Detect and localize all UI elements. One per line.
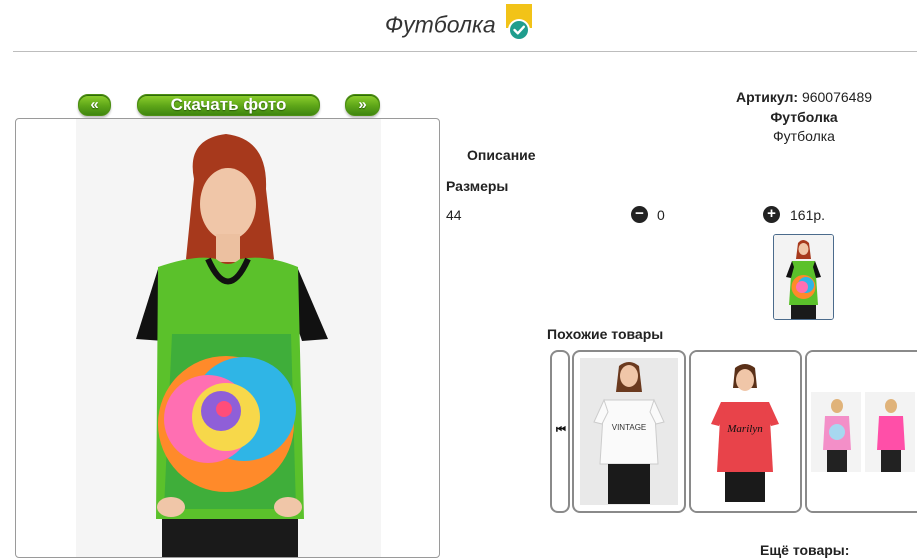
- similar-item-2[interactable]: Marilyn: [689, 350, 802, 513]
- minus-icon[interactable]: −: [631, 206, 648, 223]
- article-row: Артикул: 960076489: [700, 88, 908, 108]
- product-photo[interactable]: [76, 119, 381, 557]
- article-value: 960076489: [801, 89, 873, 105]
- similar-item-1-print: VINTAGE: [612, 423, 647, 432]
- price-value: 161р.: [790, 207, 826, 223]
- product-info: Артикул: 960076489 Футболка Футболка: [700, 88, 908, 147]
- main-photo-frame: [15, 118, 440, 558]
- similar-item-1[interactable]: VINTAGE: [572, 350, 686, 513]
- page-title: Футболка: [384, 11, 496, 38]
- article-label: Артикул:: [735, 89, 799, 105]
- more-products-heading: Ещё товары:: [760, 542, 850, 558]
- verified-badge-icon: [506, 4, 533, 42]
- product-name-bold: Футболка: [770, 108, 838, 125]
- next-photo-button[interactable]: »: [345, 94, 380, 116]
- page-header: Футболка: [0, 4, 917, 48]
- quantity-value: 0: [657, 207, 665, 223]
- similar-heading: Похожие товары: [547, 326, 664, 342]
- product-thumbnail[interactable]: [773, 234, 834, 320]
- carousel-first-icon: ⏮: [556, 424, 566, 436]
- similar-item-2-print: Marilyn: [726, 423, 763, 435]
- prev-photo-button[interactable]: «: [78, 94, 111, 116]
- sizes-heading: Размеры: [446, 178, 509, 194]
- description-heading: Описание: [467, 147, 536, 163]
- size-value: 44: [446, 207, 462, 223]
- header-divider: [13, 51, 917, 52]
- product-name: Футболка: [773, 128, 835, 144]
- similar-item-3[interactable]: [805, 350, 917, 513]
- plus-icon[interactable]: +: [763, 206, 780, 223]
- download-photo-button[interactable]: Скачать фото: [137, 94, 320, 116]
- carousel-first-button[interactable]: ⏮: [550, 350, 570, 513]
